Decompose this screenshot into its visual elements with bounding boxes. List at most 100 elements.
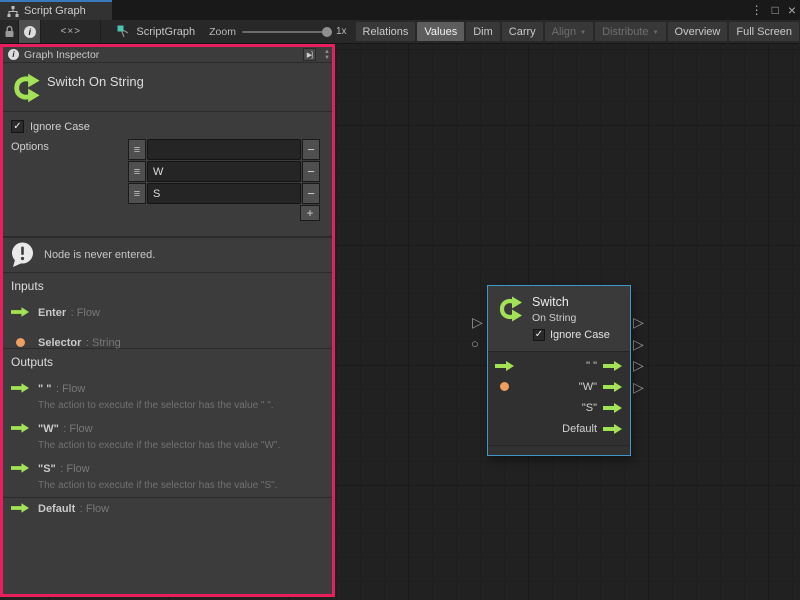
overview-button[interactable]: Overview	[668, 22, 728, 41]
node-output-port-3-outside[interactable]: ▷	[633, 358, 644, 372]
output-type: : Flow	[60, 463, 89, 475]
tab-script-graph[interactable]: Script Graph	[0, 0, 112, 20]
node-output-port-2-outside[interactable]: ▷	[633, 337, 644, 351]
zoom-slider[interactable]	[242, 31, 330, 33]
inspector-warning-section: Node is never entered.	[3, 237, 332, 273]
window-titlebar: Script Graph ⋮ □ ×	[0, 0, 800, 20]
close-icon[interactable]: ×	[788, 3, 796, 17]
option-input[interactable]	[147, 161, 301, 182]
checkbox-checked-icon[interactable]: ✓	[11, 120, 24, 133]
value-port-icon[interactable]	[500, 382, 509, 391]
script-graph-window: Script Graph ⋮ □ × i <×> ScriptGraph	[0, 0, 800, 600]
switch-node[interactable]: Switch On String ✓ Ignore Case " "	[487, 285, 631, 456]
output-name: "W"	[38, 423, 59, 435]
graph-name-label: ScriptGraph	[136, 26, 195, 38]
relations-button[interactable]: Relations	[356, 22, 416, 41]
window-controls: ⋮ □ ×	[751, 0, 796, 20]
output-type: : Flow	[56, 383, 85, 395]
switch-icon	[11, 72, 43, 104]
node-title: Switch	[532, 295, 569, 309]
drag-handle-icon[interactable]: ≡	[128, 161, 146, 182]
flow-arrow-icon[interactable]	[603, 424, 623, 434]
node-ignore-case-checkbox[interactable]: ✓ Ignore Case	[533, 329, 610, 341]
node-footer	[488, 445, 630, 454]
node-selector-port-outside[interactable]: ○	[471, 337, 479, 350]
fullscreen-button[interactable]: Full Screen	[729, 22, 799, 41]
output-port-label: "W"	[579, 381, 597, 393]
node-enter-port-outside[interactable]: ▷	[472, 315, 483, 329]
output-type: : Flow	[63, 423, 92, 435]
graph-breadcrumb[interactable]: ScriptGraph	[101, 20, 209, 43]
chevron-down-icon: ▼	[653, 30, 659, 36]
inspector-header-title: Graph Inspector	[24, 49, 298, 61]
dim-label: Dim	[473, 26, 493, 38]
lock-icon	[4, 25, 15, 38]
flow-arrow-icon[interactable]	[495, 361, 515, 371]
inspector-outputs-section: Outputs " " : Flow The action to execute…	[3, 349, 332, 498]
align-label: Align	[552, 26, 576, 38]
values-button[interactable]: Values	[417, 22, 464, 41]
output-row: "W" : Flow	[11, 419, 324, 437]
flow-arrow-icon[interactable]	[603, 403, 623, 413]
input-name: Selector	[38, 337, 81, 349]
output-description: The action to execute if the selector ha…	[38, 480, 324, 491]
input-name: Enter	[38, 307, 66, 319]
switch-node-body: " " "W"	[488, 352, 630, 443]
flow-arrow-icon[interactable]	[603, 361, 623, 371]
maximize-icon[interactable]: □	[772, 4, 779, 16]
dim-button[interactable]: Dim	[466, 22, 500, 41]
remove-option-button[interactable]: −	[302, 161, 320, 182]
carry-label: Carry	[509, 26, 536, 38]
option-input[interactable]	[147, 139, 301, 160]
output-description: The action to execute if the selector ha…	[38, 400, 324, 411]
option-row: ≡ −	[128, 161, 320, 182]
graph-toolbar: i <×> ScriptGraph Zoom 1x Relations Valu…	[0, 20, 800, 44]
output-row: "S" : Flow	[11, 459, 324, 477]
carry-button[interactable]: Carry	[502, 22, 543, 41]
code-icon: <×>	[61, 26, 82, 37]
remove-option-button[interactable]: −	[302, 139, 320, 160]
lock-button[interactable]	[0, 20, 19, 43]
scriptgraph-icon	[117, 25, 130, 38]
output-name: "S"	[38, 463, 56, 475]
kebab-menu-icon[interactable]: ⋮	[751, 4, 763, 16]
node-output-port-1-outside[interactable]: ▷	[633, 315, 644, 329]
node-port-row: " "	[488, 355, 630, 376]
input-row-enter: Enter : Flow	[11, 303, 324, 321]
output-description: The action to execute if the selector ha…	[38, 440, 324, 451]
warning-text: Node is never entered.	[44, 249, 155, 261]
inspector-toggle-button[interactable]: i	[19, 20, 41, 43]
checkbox-checked-icon[interactable]: ✓	[533, 329, 545, 341]
panel-scroll-arrows: ▲ ▼	[324, 49, 330, 61]
node-port-row: "S"	[488, 397, 630, 418]
switch-node-header[interactable]: Switch On String ✓ Ignore Case	[488, 286, 630, 352]
code-view-button[interactable]: <×>	[41, 20, 101, 43]
fullscreen-label: Full Screen	[736, 26, 792, 38]
scroll-down-icon[interactable]: ▼	[324, 55, 330, 61]
option-input[interactable]	[147, 183, 301, 204]
flow-arrow-icon[interactable]	[603, 382, 623, 392]
node-port-row: "W"	[488, 376, 630, 397]
inputs-header: Inputs	[11, 279, 324, 293]
align-button: Align ▼	[545, 22, 593, 41]
inspector-header: i Graph Inspector ▶] ▲ ▼	[3, 47, 332, 63]
drag-handle-icon[interactable]: ≡	[128, 183, 146, 204]
flow-arrow-icon	[11, 307, 30, 317]
values-label: Values	[424, 26, 457, 38]
warning-bubble-icon	[10, 242, 35, 268]
zoom-value: 1x	[336, 26, 347, 37]
node-subtitle: On String	[532, 312, 576, 324]
flow-arrow-icon	[11, 423, 30, 433]
inspector-empty-area	[3, 498, 332, 600]
zoom-slider-handle[interactable]	[322, 27, 332, 37]
output-port-label: "S"	[582, 402, 597, 414]
info-icon: i	[24, 26, 36, 38]
ignore-case-checkbox[interactable]: ✓ Ignore Case	[11, 120, 90, 133]
add-option-button[interactable]: +	[300, 205, 320, 221]
dock-panel-button[interactable]: ▶]	[303, 48, 316, 61]
overview-label: Overview	[675, 26, 721, 38]
chevron-down-icon: ▼	[580, 30, 586, 36]
drag-handle-icon[interactable]: ≡	[128, 139, 146, 160]
node-output-port-4-outside[interactable]: ▷	[633, 380, 644, 394]
remove-option-button[interactable]: −	[302, 183, 320, 204]
